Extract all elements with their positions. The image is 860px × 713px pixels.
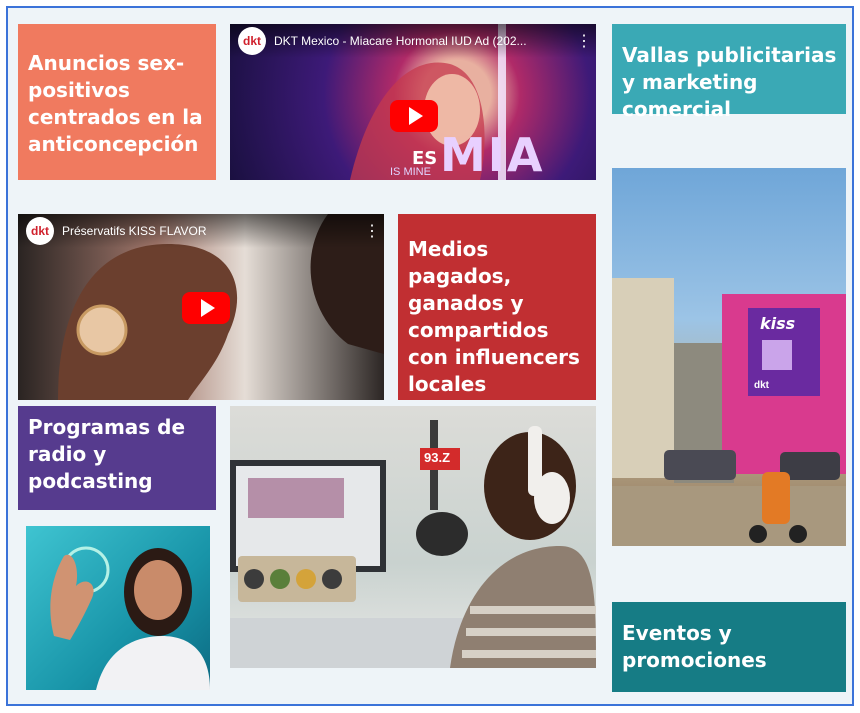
motorbike-wheel-front bbox=[749, 525, 767, 543]
radio-studio-photo: 93.Z bbox=[230, 406, 596, 668]
billboards-label: Vallas publicitarias y marketing comerci… bbox=[622, 43, 837, 121]
sign-dot-1 bbox=[244, 569, 264, 589]
headphone-cup bbox=[534, 472, 570, 524]
left-building bbox=[612, 278, 674, 478]
shirt-stripe-2 bbox=[466, 628, 596, 636]
radio-tile: Programas de radio y podcasting bbox=[18, 406, 216, 510]
billboard-dkt-logo: dkt bbox=[754, 380, 769, 391]
pink-window bbox=[248, 478, 344, 518]
mexico-video-thumbnail[interactable]: dkt DKT Mexico - Miacare Hormonal IUD Ad… bbox=[230, 24, 596, 180]
video-header: dkt Préservatifs KISS FLAVOR ⋮ bbox=[18, 214, 384, 248]
sign-dot-3 bbox=[296, 569, 316, 589]
microphone bbox=[416, 512, 468, 556]
sign-dot-2 bbox=[270, 569, 290, 589]
radio-scene bbox=[230, 420, 596, 668]
earring bbox=[76, 304, 128, 356]
youtube-play-icon[interactable] bbox=[182, 292, 230, 324]
youtube-play-icon[interactable] bbox=[390, 100, 438, 132]
woman-scene bbox=[50, 546, 210, 690]
mixing-desk bbox=[230, 618, 480, 668]
overlay-mia: MIA bbox=[440, 128, 545, 180]
billboard-pack bbox=[762, 340, 792, 370]
car bbox=[664, 450, 736, 480]
woman-ok-sign-photo bbox=[26, 526, 210, 690]
hand bbox=[50, 554, 94, 640]
overlay-is-mine: IS MINE bbox=[390, 166, 431, 178]
radio-station-sign: 93.Z bbox=[424, 450, 451, 465]
sex-positive-ads-tile: Anuncios sex-positivos centrados en la a… bbox=[18, 24, 216, 180]
motorbike-rider bbox=[762, 472, 790, 524]
vertical-dots-icon[interactable]: ⋮ bbox=[360, 221, 384, 241]
events-label: Eventos y promociones bbox=[622, 621, 767, 672]
kiss-video-thumbnail[interactable]: dkt Préservatifs KISS FLAVOR ⋮ bbox=[18, 214, 384, 400]
radio-label: Programas de radio y podcasting bbox=[28, 415, 186, 493]
paid-media-label: Medios pagados, ganados y compartidos co… bbox=[408, 237, 580, 396]
motorbike-wheel-back bbox=[789, 525, 807, 543]
billboard-street-photo: kiss dkt bbox=[612, 168, 846, 546]
billboard-brand-text: kiss bbox=[760, 314, 796, 333]
shirt-stripe-3 bbox=[462, 650, 596, 658]
vertical-dots-icon[interactable]: ⋮ bbox=[572, 31, 596, 51]
collage-frame: Anuncios sex-positivos centrados en la a… bbox=[6, 6, 854, 706]
sex-positive-ads-label: Anuncios sex-positivos centrados en la a… bbox=[28, 51, 203, 156]
road bbox=[612, 486, 846, 546]
dkt-channel-logo[interactable]: dkt bbox=[26, 217, 54, 245]
street-scene bbox=[612, 278, 846, 546]
sign-dot-4 bbox=[322, 569, 342, 589]
face bbox=[134, 560, 182, 620]
blouse bbox=[96, 636, 210, 690]
paid-media-tile: Medios pagados, ganados y compartidos co… bbox=[398, 214, 596, 400]
video-title[interactable]: Préservatifs KISS FLAVOR bbox=[62, 224, 360, 238]
video-title[interactable]: DKT Mexico - Miacare Hormonal IUD Ad (20… bbox=[274, 34, 572, 48]
billboards-tile: Vallas publicitarias y marketing comerci… bbox=[612, 24, 846, 121]
shirt-stripe-1 bbox=[470, 606, 596, 614]
video-header: dkt DKT Mexico - Miacare Hormonal IUD Ad… bbox=[230, 24, 596, 58]
events-tile: Eventos y promociones bbox=[612, 602, 846, 692]
dkt-channel-logo[interactable]: dkt bbox=[238, 27, 266, 55]
